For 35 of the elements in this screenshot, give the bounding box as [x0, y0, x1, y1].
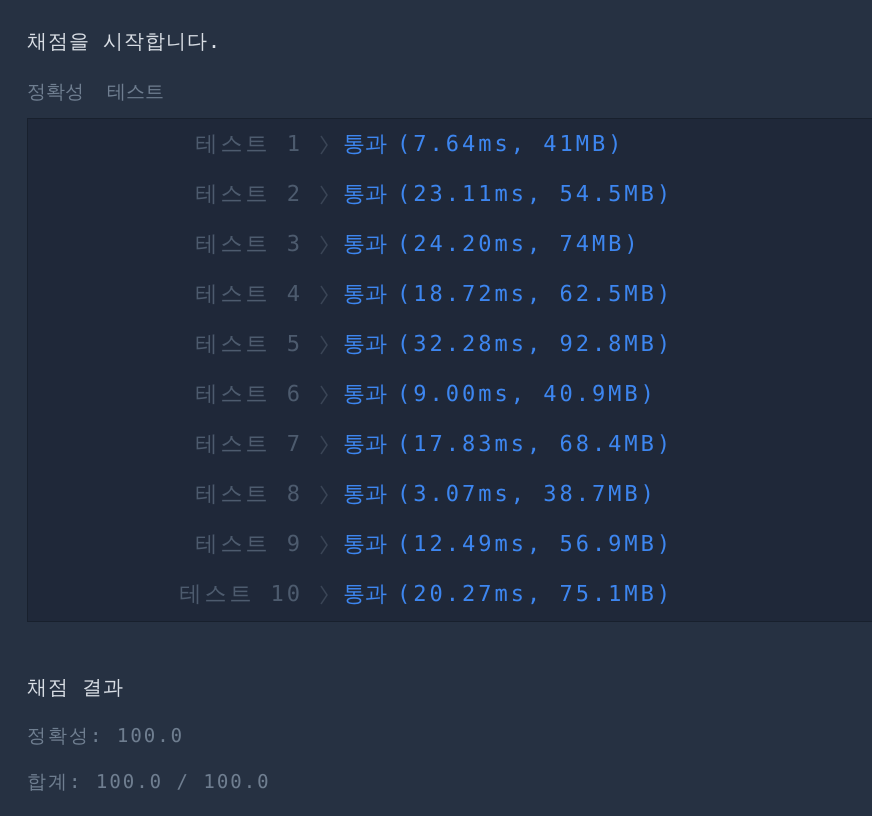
chevron-icon — [319, 134, 329, 156]
test-status: 통과 — [343, 131, 387, 159]
test-status: 통과 — [343, 231, 387, 259]
test-detail: (23.11ms, 54.5MB) — [397, 181, 674, 209]
test-status: 통과 — [343, 181, 387, 209]
test-status: 통과 — [343, 431, 387, 459]
chevron-icon — [319, 534, 329, 556]
chevron-icon — [319, 334, 329, 356]
score-line: 합계: 100.0 / 100.0 — [27, 770, 271, 795]
section-label: 정확성 테스트 — [27, 80, 164, 105]
test-status: 통과 — [343, 481, 387, 509]
chevron-icon — [319, 584, 329, 606]
result-heading: 채점 결과 — [27, 674, 124, 700]
test-detail: (20.27ms, 75.1MB) — [397, 581, 674, 609]
test-status: 통과 — [343, 381, 387, 409]
chevron-icon — [319, 484, 329, 506]
test-status: 통과 — [343, 531, 387, 559]
test-status: 통과 — [343, 281, 387, 309]
chevron-icon — [319, 284, 329, 306]
test-detail: (18.72ms, 62.5MB) — [397, 281, 674, 309]
chevron-icon — [319, 384, 329, 406]
test-detail: (12.49ms, 56.9MB) — [397, 531, 674, 559]
chevron-icon — [319, 434, 329, 456]
test-detail: (24.20ms, 74MB) — [397, 231, 641, 259]
chevron-icon — [319, 184, 329, 206]
test-status: 통과 — [343, 581, 387, 609]
test-detail: (32.28ms, 92.8MB) — [397, 331, 674, 359]
grading-start-message: 채점을 시작합니다. — [27, 28, 222, 55]
test-detail: (17.83ms, 68.4MB) — [397, 431, 674, 459]
test-detail: (7.64ms, 41MB) — [397, 131, 624, 159]
test-status: 통과 — [343, 331, 387, 359]
score-line: 정확성: 100.0 — [27, 724, 184, 748]
test-detail: (9.00ms, 40.9MB) — [397, 381, 657, 409]
test-detail: (3.07ms, 38.7MB) — [397, 481, 657, 509]
chevron-icon — [319, 234, 329, 256]
